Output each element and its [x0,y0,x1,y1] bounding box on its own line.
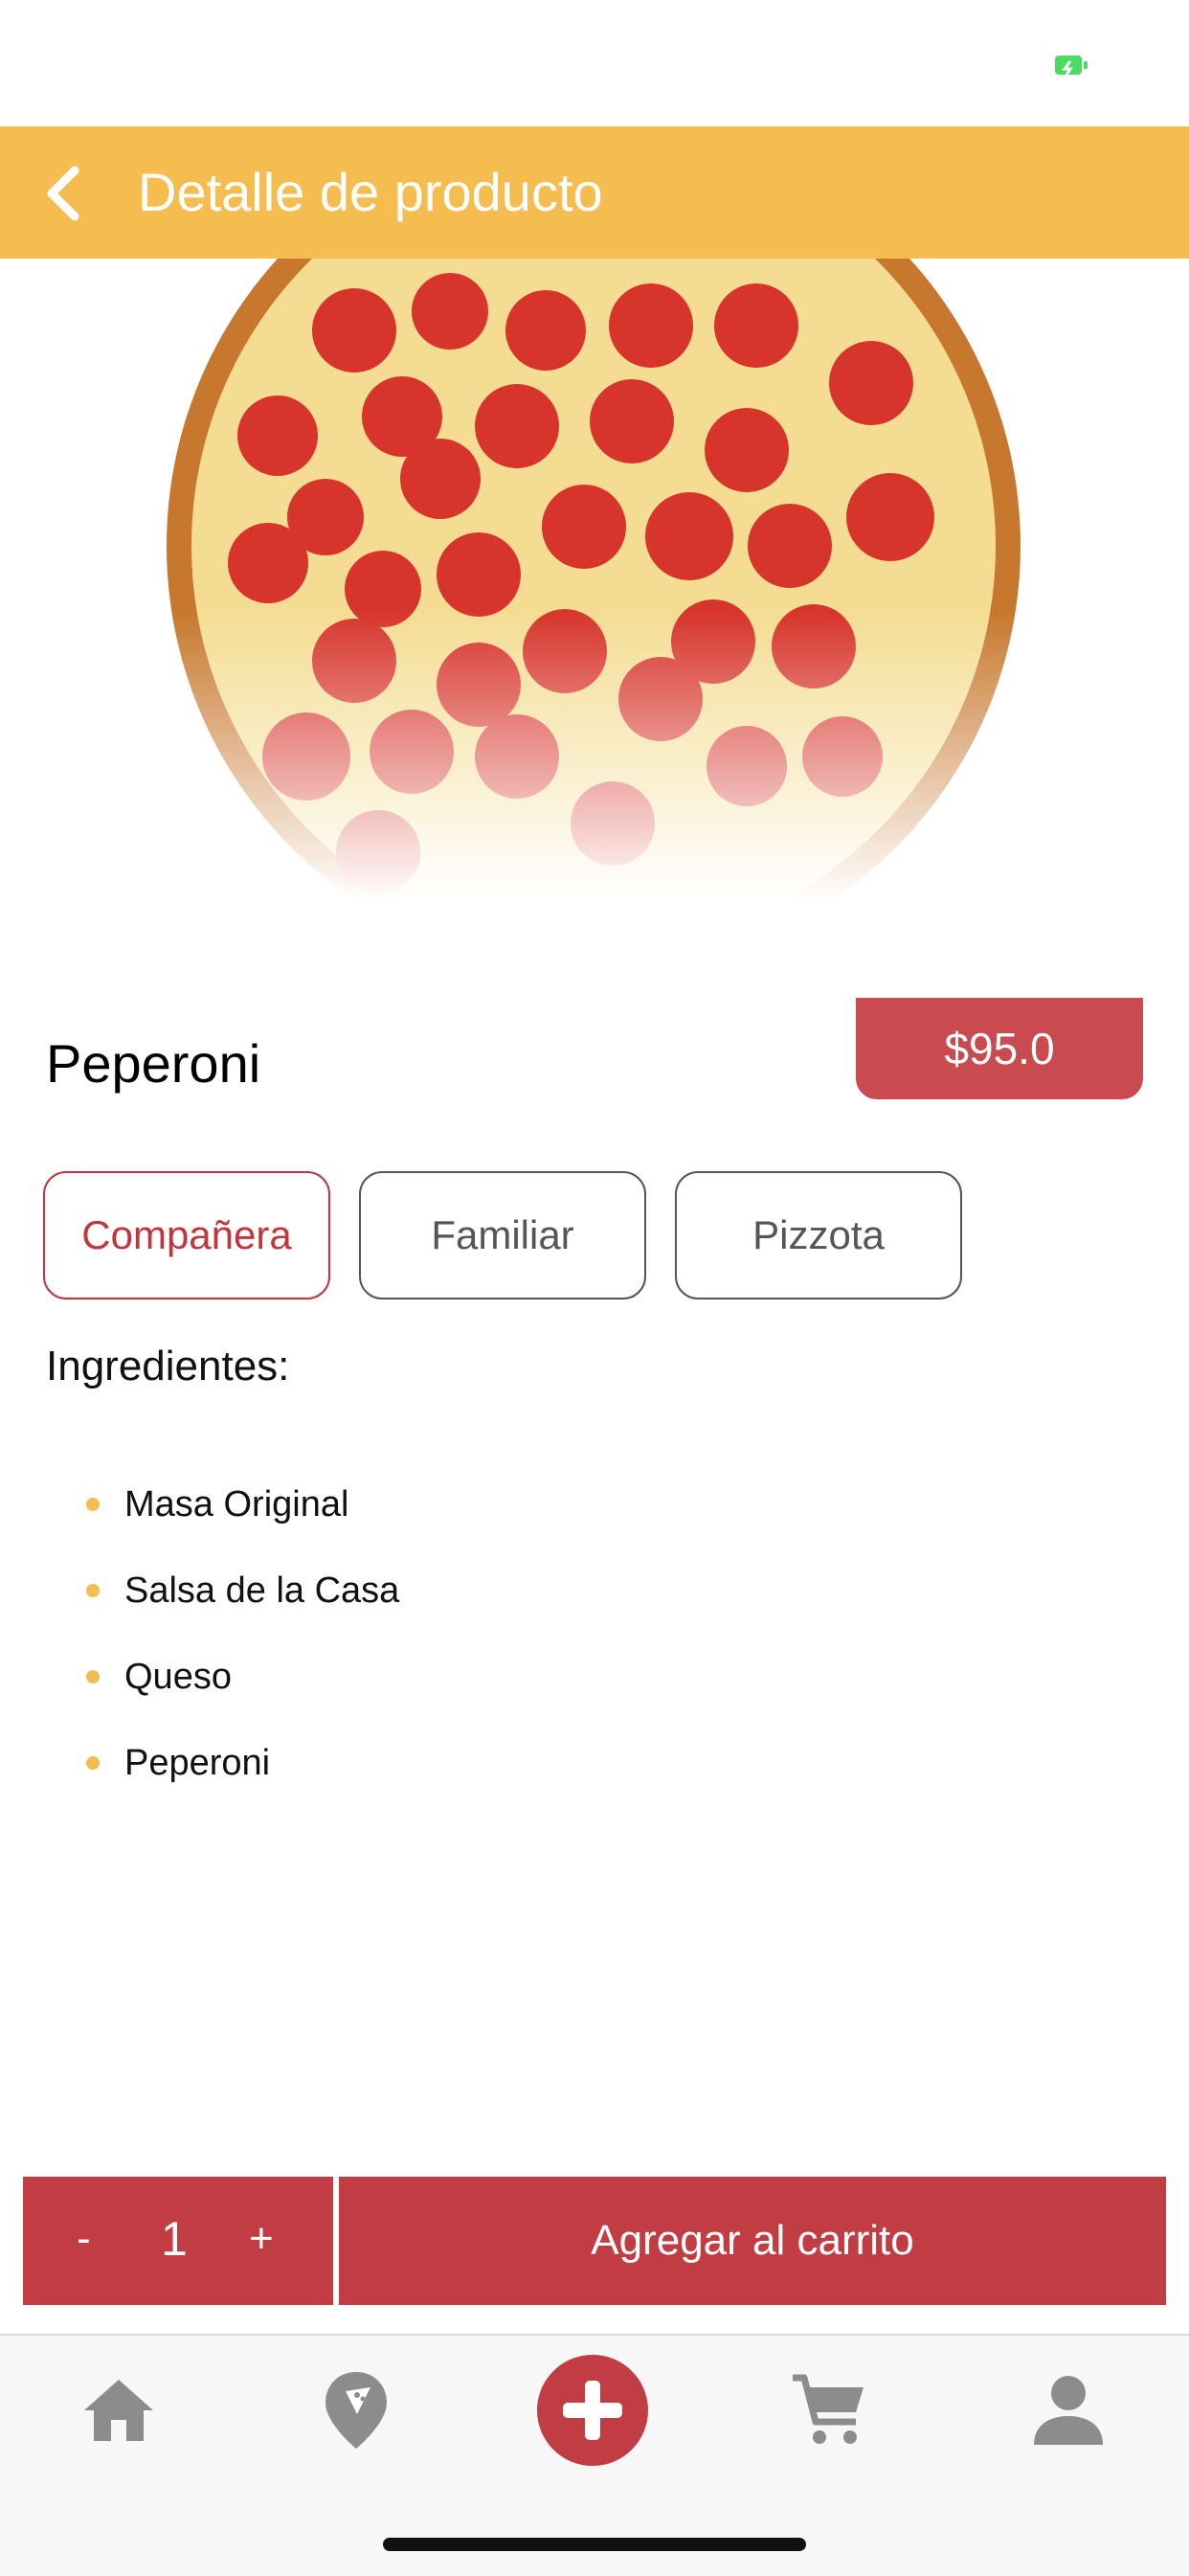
ingredients-heading: Ingredientes: [46,1343,290,1390]
quantity-value: 1 [161,2212,188,2266]
price-badge: $95.0 [856,998,1143,1099]
bullet-icon [86,1584,100,1597]
size-option-familiar[interactable]: Familiar [359,1171,646,1299]
list-item: Queso [46,1657,716,1743]
bullet-icon [86,1498,100,1511]
size-option-companera[interactable]: Compañera [43,1171,330,1299]
battery-icon [1055,56,1088,76]
bullet-icon [86,1756,100,1770]
decrement-button[interactable]: - [77,2215,91,2263]
ingredient-label: Masa Original [124,1484,349,1525]
quantity-stepper: - 1 + [23,2177,333,2305]
ingredient-label: Salsa de la Casa [124,1570,400,1611]
tab-locations[interactable] [299,2353,414,2468]
home-icon [84,2380,153,2441]
back-button[interactable] [29,155,105,232]
user-icon [1034,2376,1103,2445]
page-title: Detalle de producto [138,162,603,222]
ingredient-label: Queso [124,1657,232,1697]
cart-icon [793,2374,864,2444]
bullet-icon [86,1670,100,1683]
increment-button[interactable]: + [249,2215,274,2263]
size-option-pizzota[interactable]: Pizzota [675,1171,962,1299]
home-indicator [383,2538,806,2551]
app-header: Detalle de producto [0,126,1189,259]
list-item: Masa Original [46,1484,716,1570]
product-image [163,259,1024,900]
add-to-cart-button[interactable]: Agregar al carrito [339,2177,1166,2305]
list-item: Salsa de la Casa [46,1570,716,1657]
product-name: Peperoni [46,1033,261,1094]
list-item: Peperoni [46,1743,716,1829]
pizza-location-icon [325,2372,387,2449]
tab-profile[interactable] [1011,2353,1126,2468]
status-bar [0,0,1189,126]
ingredient-list: Masa Original Salsa de la Casa Queso Pep… [46,1484,716,1829]
ingredient-label: Peperoni [124,1743,271,1783]
tab-home[interactable] [61,2353,176,2468]
tab-add[interactable] [535,2353,650,2468]
tab-cart[interactable] [772,2353,886,2468]
add-icon [537,2355,648,2466]
